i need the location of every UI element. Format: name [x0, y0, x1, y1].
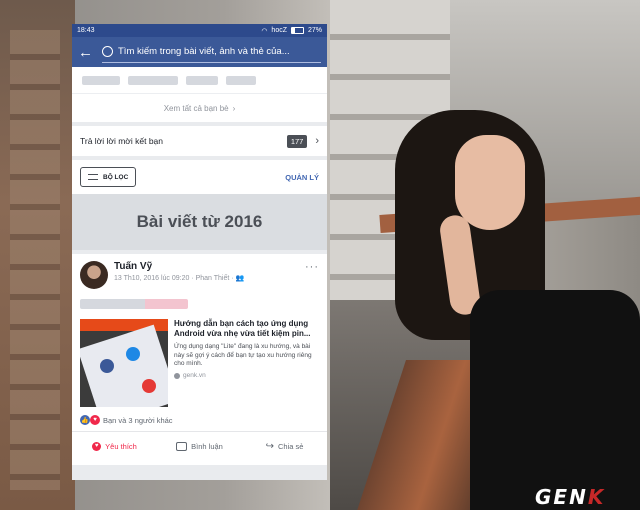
link-thumbnail: [80, 319, 168, 407]
love-reaction-icon: ♥: [90, 415, 100, 425]
friends-audience-icon: 👥: [235, 275, 245, 282]
post-actions: ♥ Yêu thích Bình luận ↪ Chia sẻ: [72, 431, 327, 460]
reactions-label: Bạn và 3 người khác: [103, 415, 173, 425]
see-all-friends-label: Xem tất cả bạn bè: [163, 103, 229, 113]
wifi-icon: ◠: [261, 27, 268, 35]
post-card: Tuấn Vỹ 13 Th10, 2016 lúc 09:20 · Phan T…: [72, 254, 327, 465]
back-arrow-icon[interactable]: ←: [78, 45, 94, 60]
post-author[interactable]: Tuấn Vỹ: [114, 261, 299, 272]
link-source: genk.vn: [183, 372, 206, 380]
friend-requests-count-badge: 177: [286, 134, 308, 148]
friend-requests-row[interactable]: Trả lời lời mời kết bạn 177 ›: [72, 126, 327, 156]
avatar[interactable]: [80, 261, 108, 289]
link-description: Ứng dụng dạng "Lite" đang là xu hướng, v…: [174, 342, 312, 368]
chevron-right-icon: ›: [232, 103, 236, 113]
love-button[interactable]: ♥ Yêu thích: [72, 441, 157, 451]
globe-icon: [174, 372, 180, 379]
battery-level: 27%: [307, 27, 322, 34]
post-meta: 13 Th10, 2016 lúc 09:20 · Phan Thiết · 👥: [114, 275, 245, 282]
chevron-right-icon: ›: [315, 135, 319, 147]
manage-button[interactable]: QUẢN LÝ: [285, 173, 319, 182]
carrier-label: hocZ: [271, 27, 287, 34]
filter-button-label: BỘ LỌC: [103, 173, 129, 181]
phone-screen: 18:43 ◠ hocZ 27% ← Tìm kiếm trong bài vi…: [72, 24, 327, 480]
status-bar: 18:43 ◠ hocZ 27%: [72, 24, 327, 37]
battery-icon: [290, 27, 304, 34]
search-placeholder: Tìm kiếm trong bài viết, ảnh và thẻ của.…: [118, 46, 290, 57]
filter-button[interactable]: BỘ LỌC: [80, 167, 137, 187]
section-title: Bài viết từ 2016: [136, 212, 263, 231]
genk-logo: GENK: [535, 485, 606, 509]
blurred-post-text: [80, 299, 188, 309]
friend-requests-label: Trả lời lời mời kết bạn: [80, 136, 164, 146]
comment-button[interactable]: Bình luận: [157, 441, 242, 451]
link-preview[interactable]: Hướng dẫn bạn cách tạo ứng dụng Android …: [80, 319, 319, 407]
blurred-friends-row: [72, 67, 327, 93]
see-all-friends-link[interactable]: Xem tất cả bạn bè ›: [72, 93, 327, 122]
comment-icon: [176, 441, 188, 451]
like-reaction-icon: 👍: [80, 415, 90, 425]
search-header: ← Tìm kiếm trong bài viết, ảnh và thẻ củ…: [72, 37, 327, 67]
sliders-icon: [88, 173, 98, 181]
search-icon: [102, 46, 113, 57]
year-section-header: Bài viết từ 2016: [72, 194, 327, 250]
filter-toolbar: BỘ LỌC QUẢN LÝ: [72, 160, 327, 194]
reactions-summary[interactable]: 👍 ♥ Bạn và 3 người khác: [80, 415, 319, 425]
share-button[interactable]: ↪ Chia sẻ: [242, 441, 327, 452]
share-icon: ↪: [265, 440, 274, 452]
link-title: Hướng dẫn bạn cách tạo ứng dụng Android …: [174, 319, 311, 339]
heart-icon: ♥: [92, 441, 102, 451]
status-time: 18:43: [77, 27, 95, 34]
more-options-icon[interactable]: ···: [305, 261, 319, 273]
search-input[interactable]: Tìm kiếm trong bài viết, ảnh và thẻ của.…: [102, 42, 321, 63]
